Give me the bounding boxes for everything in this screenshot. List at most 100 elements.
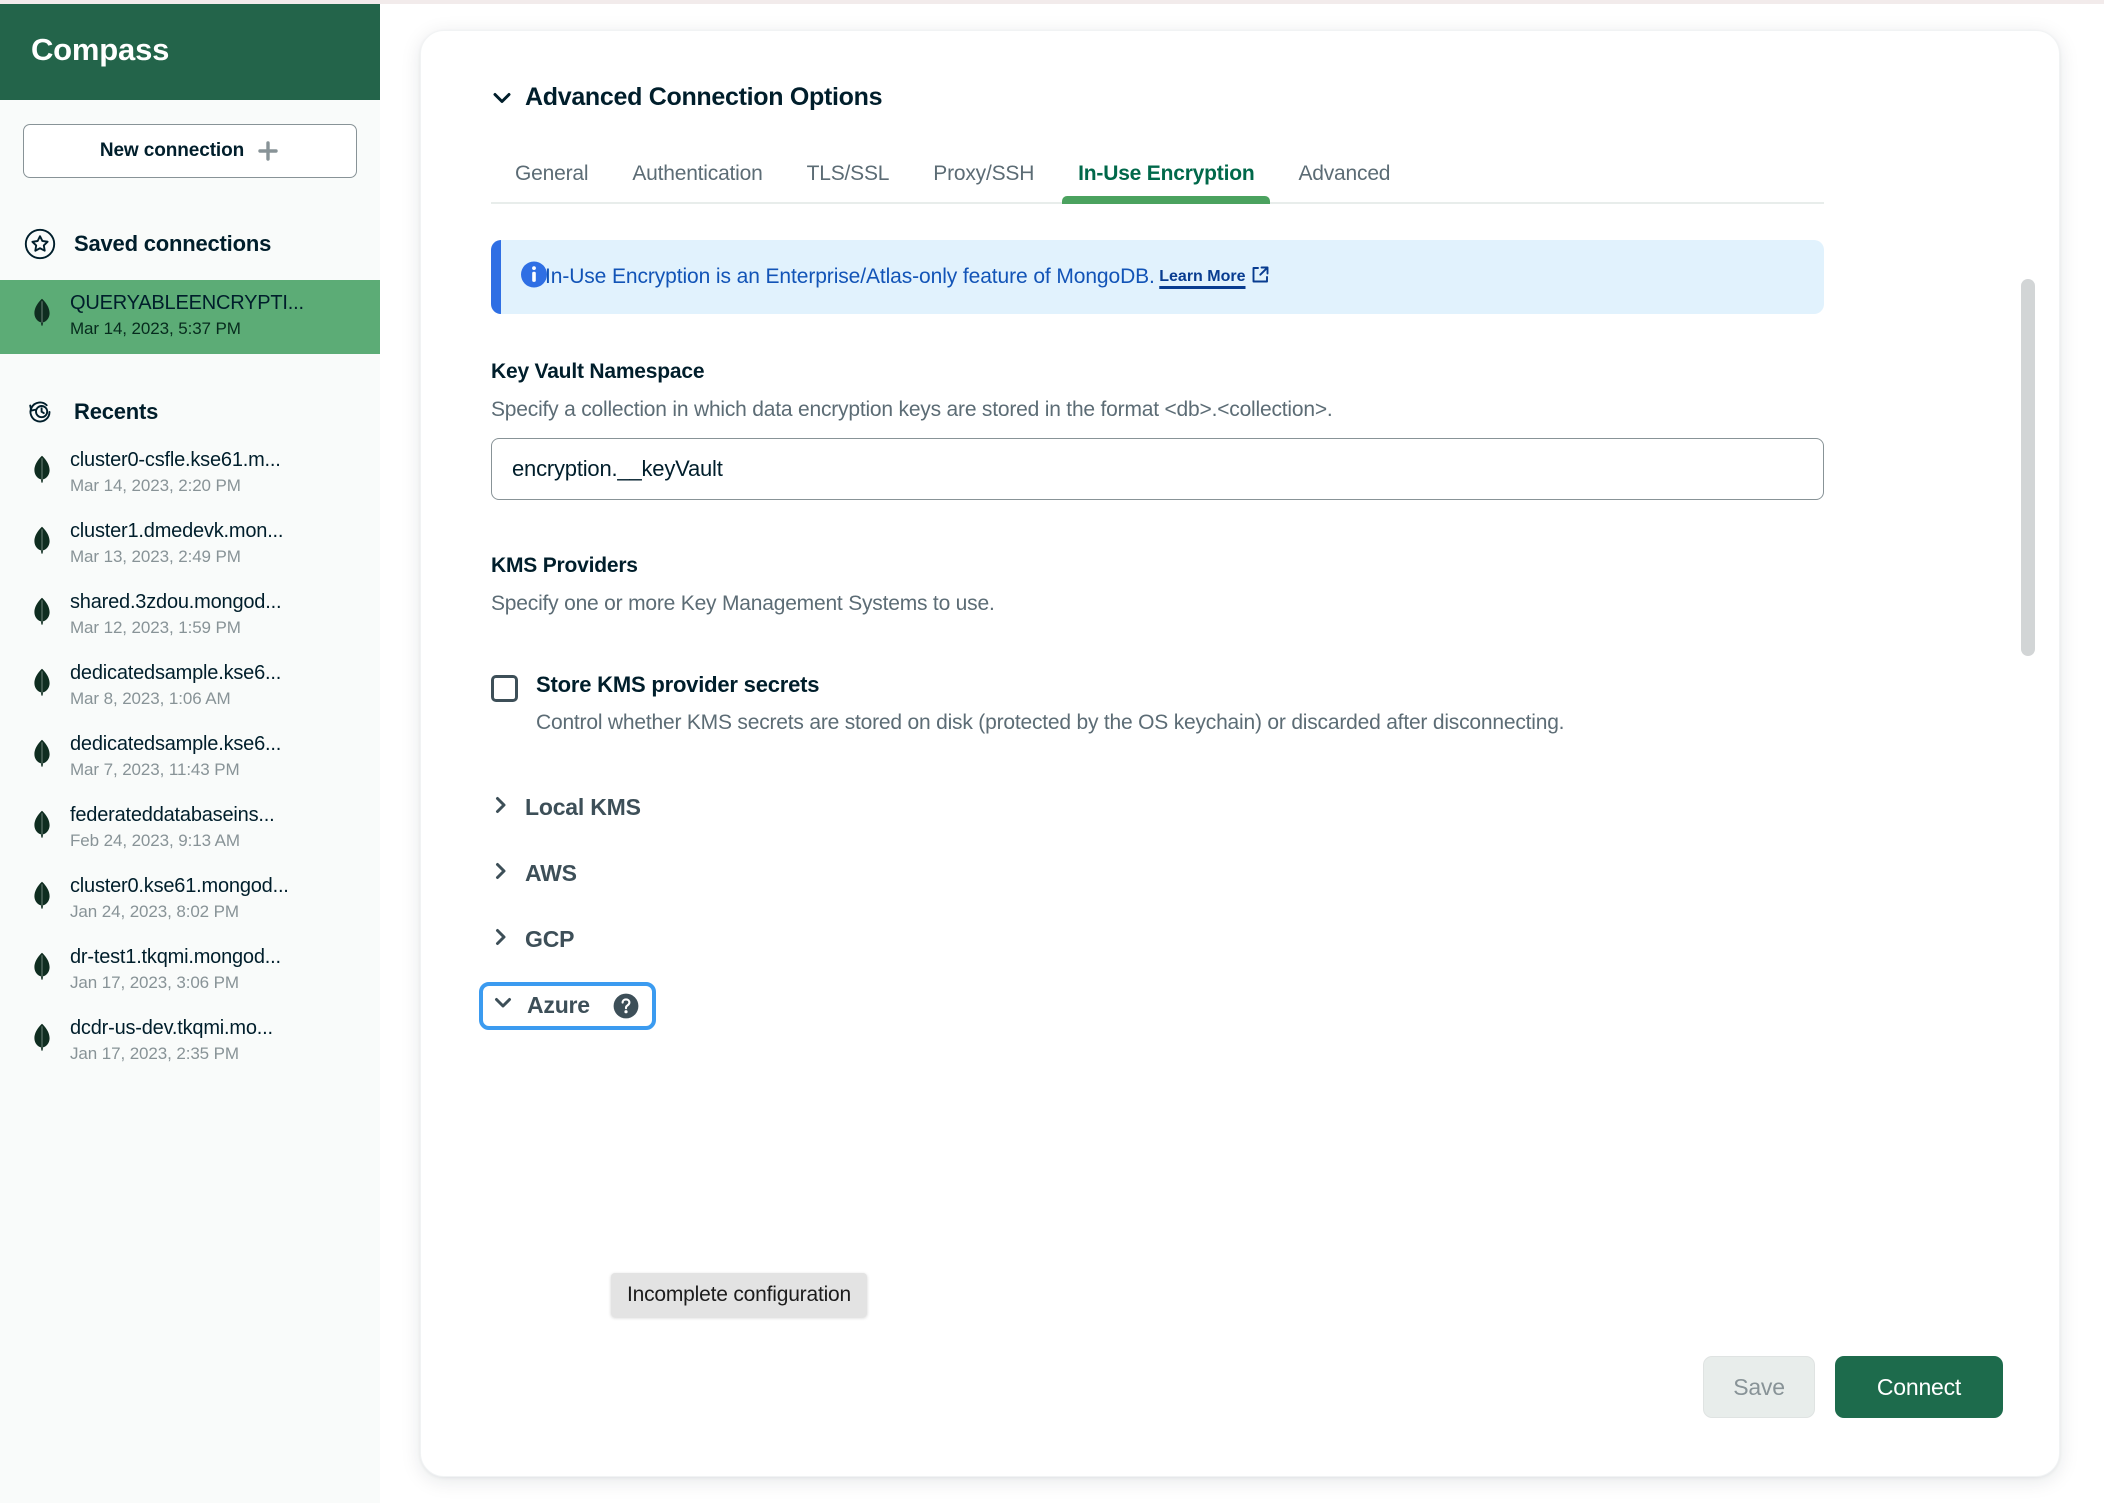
chevron-down-icon (493, 993, 513, 1018)
mongodb-leaf-icon (32, 526, 52, 559)
connection-item-name: dedicatedsample.kse6... (70, 662, 282, 684)
advanced-connection-options-title: Advanced Connection Options (525, 83, 883, 111)
connection-item-name: federateddatabaseins... (70, 804, 275, 826)
chevron-right-icon (491, 861, 511, 886)
connection-list-item[interactable]: QUERYABLEENCRYPTI... Mar 14, 2023, 5:37 P… (0, 280, 380, 354)
connection-item-texts: QUERYABLEENCRYPTI... Mar 14, 2023, 5:37 P… (70, 292, 304, 339)
mongodb-leaf-icon (32, 881, 52, 914)
recents-list: cluster0-csfle.kse61.m... Mar 14, 2023, 2… (0, 440, 380, 1079)
external-link-icon[interactable] (1249, 264, 1271, 291)
connection-list-item[interactable]: dedicatedsample.kse6... Mar 8, 2023, 1:06… (0, 653, 380, 724)
sidebar-header: Compass (0, 0, 380, 100)
save-button[interactable]: Save (1703, 1356, 1815, 1418)
mongodb-leaf-icon (32, 810, 52, 843)
connection-item-texts: dedicatedsample.kse6... Mar 8, 2023, 1:06… (70, 662, 281, 709)
key-vault-namespace-input[interactable] (491, 438, 1824, 500)
help-question-icon[interactable] (612, 992, 640, 1020)
tab-tls-ssl[interactable]: TLS/SSL (785, 162, 912, 202)
chevron-down-icon (491, 87, 513, 109)
connection-list-item[interactable]: dedicatedsample.kse6... Mar 7, 2023, 11:4… (0, 724, 380, 795)
saved-connections-header: Saved connections (0, 224, 380, 264)
key-vault-namespace-description: Specify a collection in which data encry… (491, 398, 1333, 421)
new-connection-container: New connection (0, 100, 380, 178)
chevron-right-icon (491, 927, 511, 952)
kms-section-label: AWS (525, 860, 577, 887)
connect-button[interactable]: Connect (1835, 1356, 2003, 1418)
kms-section-gcp[interactable]: GCP (491, 916, 574, 964)
connection-item-name: cluster0-csfle.kse61.m... (70, 449, 281, 471)
connection-form-card: Advanced Connection Options General Authe… (420, 30, 2060, 1477)
connection-item-date: Jan 17, 2023, 2:35 PM (70, 1044, 239, 1063)
connection-item-name: cluster0.kse61.mongod... (70, 875, 289, 897)
connection-item-name: shared.3zdou.mongod... (70, 591, 282, 613)
info-icon (519, 260, 549, 295)
kms-providers-description: Specify one or more Key Management Syste… (491, 592, 995, 615)
mongodb-leaf-icon (32, 298, 52, 331)
connection-list-item[interactable]: cluster1.dmedevk.mon... Mar 13, 2023, 2:4… (0, 511, 380, 582)
connection-item-texts: dr-test1.tkqmi.mongod... Jan 17, 2023, 3:… (70, 946, 281, 993)
app-title: Compass (31, 32, 170, 67)
connection-list-item[interactable]: cluster0.kse61.mongod... Jan 24, 2023, 8:… (0, 866, 380, 937)
tab-advanced[interactable]: Advanced (1276, 162, 1412, 202)
connection-item-name: dcdr-us-dev.tkqmi.mo... (70, 1017, 273, 1039)
mongodb-leaf-icon (32, 668, 52, 701)
connection-item-date: Jan 24, 2023, 8:02 PM (70, 902, 239, 921)
connection-list-item[interactable]: cluster0-csfle.kse61.m... Mar 14, 2023, 2… (0, 440, 380, 511)
saved-connections-label: Saved connections (74, 231, 272, 256)
connection-item-texts: shared.3zdou.mongod... Mar 12, 2023, 1:59… (70, 591, 281, 638)
connection-options-tablist: General Authentication TLS/SSL Proxy/SSH In-… (491, 146, 1824, 204)
kms-providers-label: KMS Providers (491, 554, 638, 577)
form-scrollbar-thumb[interactable] (2021, 279, 2035, 656)
kms-section-aws[interactable]: AWS (491, 850, 577, 898)
recents-header: Recents (0, 392, 380, 432)
connection-item-texts: federateddatabaseins... Feb 24, 2023, 9:1… (70, 804, 274, 851)
store-kms-secrets-body: Store KMS provider secrets Control wheth… (536, 672, 1565, 738)
learn-more-link[interactable]: Learn More (1159, 268, 1245, 286)
mongodb-leaf-icon (32, 739, 52, 772)
history-clock-icon (23, 395, 57, 429)
advanced-connection-options-toggle[interactable]: Advanced Connection Options (491, 83, 2059, 112)
saved-connections-list: QUERYABLEENCRYPTI... Mar 14, 2023, 5:37 P… (0, 280, 380, 354)
tab-general[interactable]: General (491, 162, 610, 202)
sidebar: Compass New connection Saved connections… (0, 0, 380, 1503)
connection-item-texts: dcdr-us-dev.tkqmi.mo... Jan 17, 2023, 2:3… (70, 1017, 273, 1064)
star-circle-icon (23, 227, 57, 261)
tab-in-use-encryption[interactable]: In-Use Encryption (1056, 162, 1276, 204)
mongodb-leaf-icon (32, 597, 52, 630)
connection-list-item[interactable]: dr-test1.tkqmi.mongod... Jan 17, 2023, 3:… (0, 937, 380, 1008)
store-kms-secrets-row: Store KMS provider secrets Control wheth… (491, 672, 2059, 738)
kms-section-label: GCP (525, 926, 575, 953)
connection-form-body: Advanced Connection Options General Authe… (421, 31, 2059, 1476)
connection-item-texts: cluster1.dmedevk.mon... Mar 13, 2023, 2:4… (70, 520, 283, 567)
window-top-border (0, 0, 2104, 4)
kms-section-label: Local KMS (525, 794, 641, 821)
store-kms-secrets-label[interactable]: Store KMS provider secrets (536, 672, 1564, 698)
connection-list-item[interactable]: dcdr-us-dev.tkqmi.mo... Jan 17, 2023, 2:3… (0, 1008, 380, 1079)
new-connection-button[interactable]: New connection (23, 124, 357, 178)
connection-list-item[interactable]: shared.3zdou.mongod... Mar 12, 2023, 1:59… (0, 582, 380, 653)
banner-text: In-Use Encryption is an Enterprise/Atlas… (545, 265, 1155, 288)
form-scrollbar-track[interactable] (2019, 61, 2037, 1446)
key-vault-namespace-label: Key Vault Namespace (491, 360, 705, 383)
tab-authentication[interactable]: Authentication (610, 162, 784, 202)
connection-list-item[interactable]: federateddatabaseins... Feb 24, 2023, 9:1… (0, 795, 380, 866)
connection-item-name: cluster1.dmedevk.mon... (70, 520, 284, 542)
connection-item-texts: cluster0.kse61.mongod... Jan 24, 2023, 8:… (70, 875, 289, 922)
kms-section-azure[interactable]: Azure (479, 981, 656, 1030)
connection-item-name: dr-test1.tkqmi.mongod... (70, 946, 281, 968)
connection-item-date: Mar 13, 2023, 2:49 PM (70, 547, 241, 566)
kms-section-local-kms[interactable]: Local KMS (491, 784, 641, 832)
tab-proxy-ssh[interactable]: Proxy/SSH (911, 162, 1056, 202)
in-use-encryption-info-banner: In-Use Encryption is an Enterprise/Atlas… (491, 240, 1824, 314)
store-kms-secrets-checkbox[interactable] (491, 675, 518, 702)
connection-item-date: Jan 17, 2023, 3:06 PM (70, 973, 239, 992)
main-area: Advanced Connection Options General Authe… (380, 0, 2104, 1503)
connection-item-date: Mar 14, 2023, 2:20 PM (70, 476, 241, 495)
plus-icon (256, 139, 280, 163)
recents-label: Recents (74, 399, 159, 424)
connection-item-date: Mar 7, 2023, 11:43 PM (70, 760, 240, 779)
mongodb-leaf-icon (32, 455, 52, 488)
store-kms-secrets-description: Control whether KMS secrets are stored o… (536, 711, 1565, 734)
mongodb-leaf-icon (32, 1023, 52, 1056)
connection-item-date: Mar 14, 2023, 5:37 PM (70, 319, 241, 338)
